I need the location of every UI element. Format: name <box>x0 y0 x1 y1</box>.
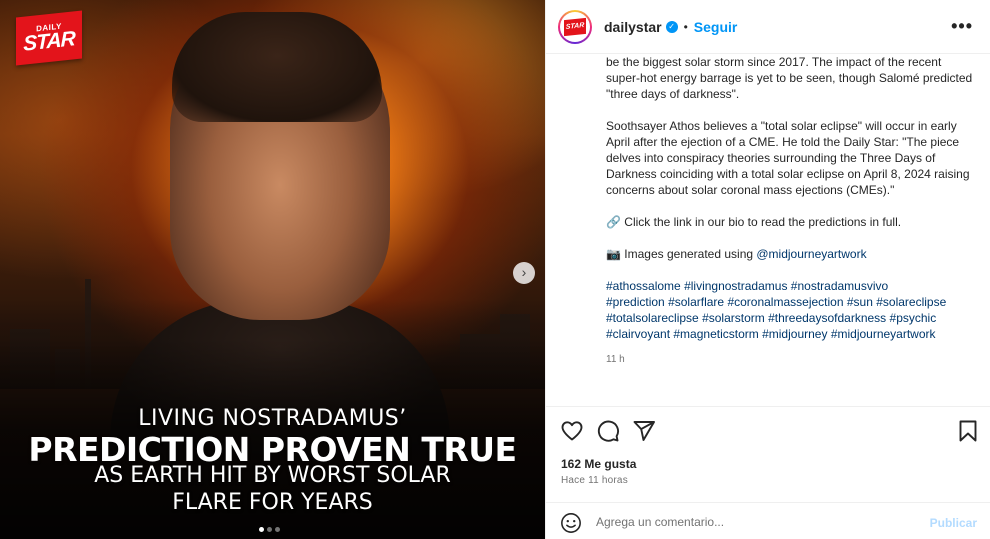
post-image[interactable]: DAILY STAR LIVING NOSTRADAMUS’ PREDICTIO… <box>0 0 545 539</box>
carousel-dot <box>259 527 264 532</box>
hashtag-link[interactable]: #solarflare <box>668 295 724 309</box>
hashtag-link[interactable]: #athossalome <box>606 279 681 293</box>
post-caption: be the biggest solar storm since 2017. T… <box>606 54 978 406</box>
avatar-inner: STAR <box>560 11 590 42</box>
verified-icon: ✓ <box>665 20 678 33</box>
avatar-logo: STAR <box>564 17 586 36</box>
more-options-icon[interactable]: ••• <box>951 16 973 37</box>
like-count[interactable]: 162 Me gusta <box>561 457 636 471</box>
caption-paragraph-2: Soothsayer Athos believes a "total solar… <box>606 119 970 197</box>
headline-line-4: FLARE FOR YEARS <box>172 490 373 515</box>
comment-bar: Publicar <box>546 502 990 539</box>
logo-star-text: STAR <box>23 27 75 56</box>
caption-paragraph-3: 🔗 Click the link in our bio to read the … <box>606 214 978 230</box>
hashtag-link[interactable]: #livingnostradamus <box>684 279 787 293</box>
share-icon[interactable] <box>632 419 656 443</box>
hashtag-link[interactable]: #midjourney <box>762 327 827 341</box>
comment-input[interactable] <box>596 511 916 533</box>
hashtag-link[interactable]: #solarstorm <box>702 311 765 325</box>
emoji-icon[interactable] <box>560 512 582 534</box>
hashtag-link[interactable]: #sun <box>847 295 873 309</box>
headline-line-1: LIVING NOSTRADAMUS’ <box>138 406 407 431</box>
caption-paragraph-1: be the biggest solar storm since 2017. T… <box>606 55 973 101</box>
post-details-panel: STAR dailystar ✓ • Seguir ••• be the big… <box>545 0 990 539</box>
hashtag-link[interactable]: #magneticstorm <box>673 327 758 341</box>
hashtag-link[interactable]: #nostradamusvivo <box>791 279 888 293</box>
action-bar <box>546 406 990 454</box>
mention-link[interactable]: @midjourneyartwork <box>756 247 866 261</box>
follow-button[interactable]: Seguir <box>694 19 738 35</box>
hashtag-block: #athossalome #livingnostradamus #nostrad… <box>606 278 978 342</box>
post-header: STAR dailystar ✓ • Seguir ••• <box>546 0 990 54</box>
hashtag-link[interactable]: #midjourneyartwork <box>831 327 936 341</box>
separator-dot: • <box>683 19 688 34</box>
heart-icon[interactable] <box>560 419 584 443</box>
carousel-indicator <box>259 527 280 532</box>
hashtag-link[interactable]: #totalsolareclipse <box>606 311 699 325</box>
caption-timestamp: 11 h <box>606 354 625 365</box>
username-link[interactable]: dailystar <box>604 19 662 35</box>
carousel-dot <box>267 527 272 532</box>
hashtag-link[interactable]: #solareclipse <box>876 295 946 309</box>
comment-icon[interactable] <box>596 419 620 443</box>
avatar[interactable]: STAR <box>558 9 592 44</box>
hashtag-link[interactable]: #coronalmassejection <box>727 295 843 309</box>
figure-hair <box>172 12 382 122</box>
publish-button[interactable]: Publicar <box>930 516 977 530</box>
caption-text: Click the link in our bio to read the pr… <box>620 215 902 229</box>
hashtag-link[interactable]: #threedaysofdarkness <box>768 311 886 325</box>
daily-star-logo: DAILY STAR <box>16 10 82 66</box>
bookmark-icon[interactable] <box>956 419 980 443</box>
camera-icon: 📷 <box>606 247 621 261</box>
hashtag-link[interactable]: #prediction <box>606 295 665 309</box>
caption-paragraph-4: 📷 Images generated using @midjourneyartw… <box>606 246 978 262</box>
caption-text: Images generated using <box>620 247 757 261</box>
carousel-dot <box>275 527 280 532</box>
post-timestamp: Hace 11 horas <box>561 475 628 486</box>
headline-line-3: AS EARTH HIT BY WORST SOLAR <box>94 463 451 488</box>
link-icon: 🔗 <box>606 215 621 229</box>
hashtag-link[interactable]: #psychic <box>890 311 937 325</box>
hashtag-link[interactable]: #clairvoyant <box>606 327 670 341</box>
chevron-right-icon[interactable]: › <box>513 262 535 284</box>
